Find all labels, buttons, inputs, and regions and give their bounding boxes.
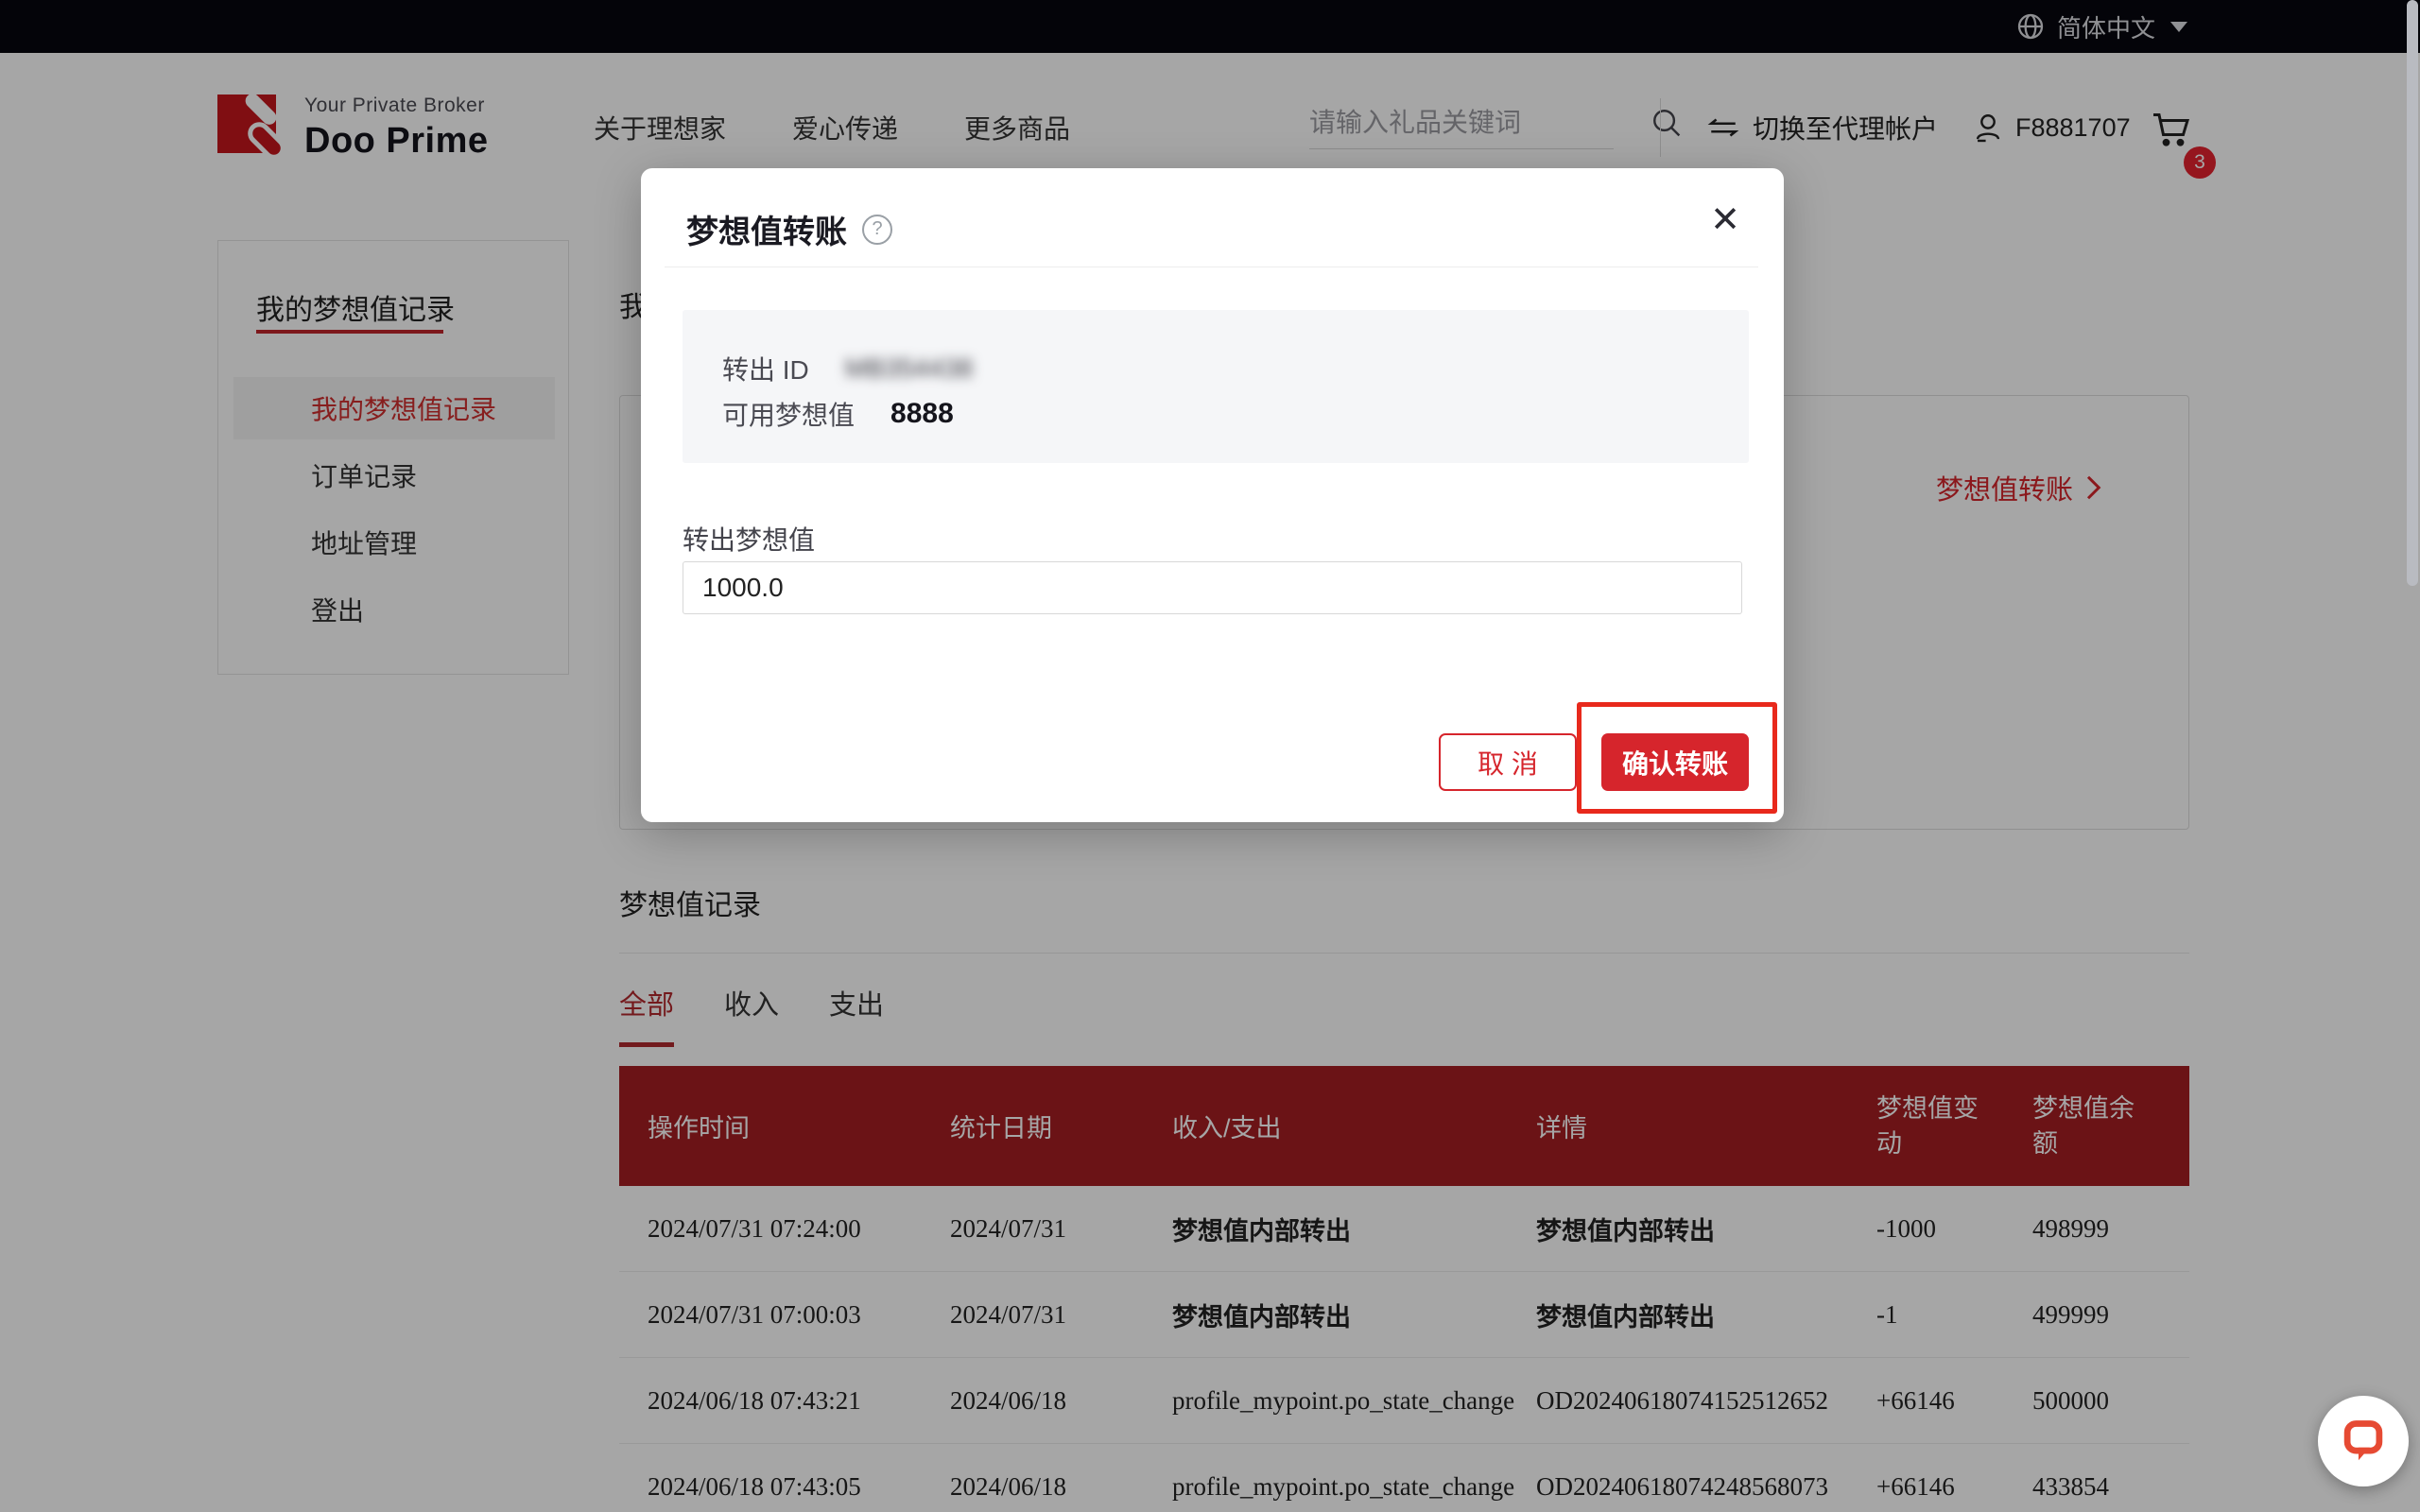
from-id-label: 转出 ID xyxy=(722,350,809,387)
modal-divider xyxy=(665,266,1758,267)
transfer-info-box: 转出 ID MB354438 可用梦想值 8888 xyxy=(683,310,1749,463)
available-label: 可用梦想值 xyxy=(722,395,855,433)
transfer-modal: 梦想值转账 ? ✕ 转出 ID MB354438 可用梦想值 8888 转出梦想… xyxy=(641,168,1784,822)
confirm-transfer-button[interactable]: 确认转账 xyxy=(1601,733,1749,791)
scrollbar-thumb[interactable] xyxy=(2407,0,2418,586)
available-value: 8888 xyxy=(890,398,954,430)
help-icon[interactable]: ? xyxy=(862,215,892,245)
live-chat-button[interactable] xyxy=(2318,1396,2409,1486)
page: 简体中文 Your Private Broker Doo Prime 关于理想家… xyxy=(0,0,2420,1512)
amount-input[interactable] xyxy=(683,561,1742,614)
from-id-value: MB354438 xyxy=(845,353,973,384)
close-icon[interactable]: ✕ xyxy=(1710,202,1740,238)
amount-label: 转出梦想值 xyxy=(683,520,815,558)
cancel-button[interactable]: 取 消 xyxy=(1439,733,1577,791)
modal-title: 梦想值转账 xyxy=(686,206,847,252)
chat-bubble-icon xyxy=(2338,1416,2389,1467)
